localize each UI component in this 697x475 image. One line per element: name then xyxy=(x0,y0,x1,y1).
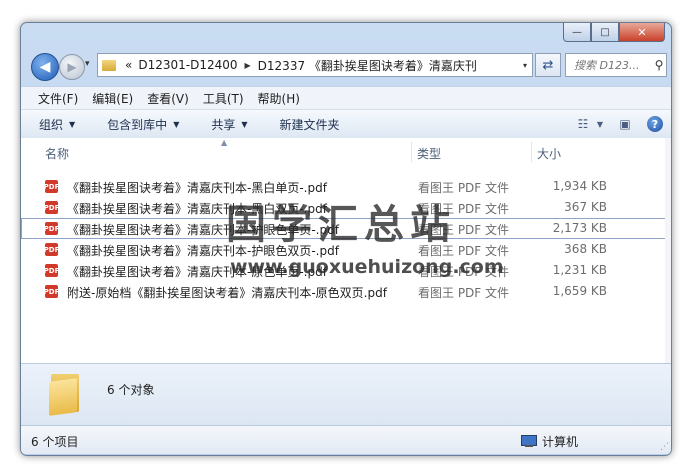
menu-edit[interactable]: 编辑(E) xyxy=(85,90,140,107)
status-location: 计算机 xyxy=(521,433,578,450)
column-divider[interactable] xyxy=(411,142,412,162)
share-label: 共享 xyxy=(211,117,236,132)
recent-pages-button[interactable]: ▾ xyxy=(85,59,90,69)
chevron-down-icon: ▼ xyxy=(173,119,180,129)
file-name: 附送-原始档《翻卦挨星图诀考着》清嘉庆刊本-原色双页.pdf xyxy=(67,286,387,300)
menu-file[interactable]: 文件(F) xyxy=(31,90,85,107)
include-in-library-label: 包含到库中 xyxy=(107,117,168,132)
file-row[interactable]: PDF 《翻卦挨星图诀考着》清嘉庆刊本-原色单页-.pdf 看图王 PDF 文件… xyxy=(21,260,671,281)
back-arrow-icon: ◀ xyxy=(39,59,51,75)
column-header-type[interactable]: 类型 xyxy=(417,145,441,162)
maximize-icon: □ xyxy=(600,26,610,38)
computer-icon xyxy=(521,435,537,448)
search-icon[interactable]: ⚲ xyxy=(652,58,666,72)
organize-label: 组织 xyxy=(39,117,64,132)
file-type: 看图王 PDF 文件 xyxy=(418,202,510,216)
search-box: ⚲ xyxy=(565,53,667,77)
caption-buttons: — □ ✕ xyxy=(563,23,665,42)
file-row[interactable]: PDF 附送-原始档《翻卦挨星图诀考着》清嘉庆刊本-原色双页.pdf 看图王 P… xyxy=(21,281,671,302)
close-icon: ✕ xyxy=(637,25,647,39)
file-row[interactable]: PDF 《翻卦挨星图诀考着》清嘉庆刊本-黑白单页-.pdf 看图王 PDF 文件… xyxy=(21,176,671,197)
file-name: 《翻卦挨星图诀考着》清嘉庆刊本-黑白双页-.pdf xyxy=(67,202,327,216)
vertical-scrollbar[interactable] xyxy=(665,138,671,363)
include-in-library-button[interactable]: 包含到库中 ▼ xyxy=(99,116,187,133)
pdf-file-icon: PDF xyxy=(44,285,59,298)
preview-pane-icon[interactable]: ▣ xyxy=(615,115,635,133)
file-name: 《翻卦挨星图诀考着》清嘉庆刊本-护眼色单页-.pdf xyxy=(67,223,339,237)
item-count: 6 个项目 xyxy=(31,435,79,449)
breadcrumb-separator-icon[interactable]: ▶ xyxy=(241,61,255,70)
location-label: 计算机 xyxy=(542,435,579,449)
breadcrumb-overflow[interactable]: « xyxy=(122,58,135,72)
menu-tools[interactable]: 工具(T) xyxy=(196,90,251,107)
file-type: 看图王 PDF 文件 xyxy=(418,244,510,258)
file-size: 1,934 KB xyxy=(552,179,607,193)
pdf-file-icon: PDF xyxy=(44,180,59,193)
file-name: 《翻卦挨星图诀考着》清嘉庆刊本-黑白单页-.pdf xyxy=(67,181,327,195)
file-list-pane: ▲ 名称 类型 大小 PDF 《翻卦挨星图诀考着》清嘉庆刊本-黑白单页-.pdf… xyxy=(21,138,671,363)
file-rows: PDF 《翻卦挨星图诀考着》清嘉庆刊本-黑白单页-.pdf 看图王 PDF 文件… xyxy=(21,176,671,302)
chevron-down-icon: ▾ xyxy=(85,59,90,69)
address-bar[interactable]: « D12301-D12400 ▶ D12337 《翻卦挨星图诀考着》清嘉庆刊 … xyxy=(97,53,533,77)
navigation-bar: ◀ ▶ ▾ « D12301-D12400 ▶ D12337 《翻卦挨星图诀考着… xyxy=(27,51,667,81)
file-size: 368 KB xyxy=(564,242,607,256)
file-type: 看图王 PDF 文件 xyxy=(418,265,510,279)
forward-arrow-icon: ▶ xyxy=(67,60,77,74)
folder-icon xyxy=(102,59,116,71)
back-button[interactable]: ◀ xyxy=(31,53,59,81)
file-name: 《翻卦挨星图诀考着》清嘉庆刊本-护眼色双页-.pdf xyxy=(67,244,339,258)
menu-bar: 文件(F) 编辑(E) 查看(V) 工具(T) 帮助(H) xyxy=(21,86,671,109)
view-dropdown-icon[interactable]: ▼ xyxy=(595,115,605,133)
sort-indicator-icon: ▲ xyxy=(221,138,228,147)
column-header-size[interactable]: 大小 xyxy=(537,145,561,162)
file-row[interactable]: PDF 《翻卦挨星图诀考着》清嘉庆刊本-护眼色双页-.pdf 看图王 PDF 文… xyxy=(21,239,671,260)
file-size: 1,231 KB xyxy=(552,263,607,277)
pdf-file-icon: PDF xyxy=(44,201,59,214)
file-type: 看图王 PDF 文件 xyxy=(418,223,510,237)
breadcrumb-item[interactable]: D12301-D12400 xyxy=(135,58,240,72)
address-dropdown-icon[interactable]: ▾ xyxy=(518,61,532,70)
file-name: 《翻卦挨星图诀考着》清嘉庆刊本-原色单页-.pdf xyxy=(67,265,327,279)
pdf-file-icon: PDF xyxy=(44,264,59,277)
file-size: 1,659 KB xyxy=(552,284,607,298)
column-headers: ▲ 名称 类型 大小 xyxy=(21,138,671,164)
command-bar: 组织 ▼ 包含到库中 ▼ 共享 ▼ 新建文件夹 ☷ ▼ ▣ ? xyxy=(21,109,671,139)
refresh-button[interactable]: ⇄ xyxy=(535,53,561,77)
new-folder-label: 新建文件夹 xyxy=(279,117,340,132)
maximize-button[interactable]: □ xyxy=(591,23,619,42)
object-count: 6 个对象 xyxy=(107,383,155,397)
new-folder-button[interactable]: 新建文件夹 xyxy=(272,116,348,133)
chevron-down-icon: ▼ xyxy=(241,119,248,129)
menu-help[interactable]: 帮助(H) xyxy=(251,90,307,107)
help-icon[interactable]: ? xyxy=(647,116,663,132)
menu-view[interactable]: 查看(V) xyxy=(140,90,196,107)
resize-grip-icon[interactable]: ⋰ xyxy=(660,442,669,452)
file-size: 367 KB xyxy=(564,200,607,214)
minimize-icon: — xyxy=(572,26,582,38)
pdf-file-icon: PDF xyxy=(44,243,59,256)
close-button[interactable]: ✕ xyxy=(619,23,665,42)
column-header-name[interactable]: 名称 xyxy=(45,145,69,162)
explorer-window: — □ ✕ ◀ ▶ ▾ « D12301-D12400 ▶ D12337 《翻卦… xyxy=(20,22,672,456)
minimize-button[interactable]: — xyxy=(563,23,591,42)
breadcrumb-item[interactable]: D12337 《翻卦挨星图诀考着》清嘉庆刊 xyxy=(255,57,480,74)
details-pane: 6 个对象 xyxy=(21,363,671,426)
status-bar: 6 个项目 计算机 ⋰ xyxy=(21,425,671,454)
search-input[interactable] xyxy=(572,57,652,73)
refresh-icon: ⇄ xyxy=(542,57,554,73)
column-divider[interactable] xyxy=(531,142,532,162)
file-size: 2,173 KB xyxy=(552,221,607,235)
view-options-icon[interactable]: ☷ xyxy=(573,115,593,133)
chevron-down-icon: ▼ xyxy=(69,119,76,129)
file-row[interactable]: PDF 《翻卦挨星图诀考着》清嘉庆刊本-黑白双页-.pdf 看图王 PDF 文件… xyxy=(21,197,671,218)
folder-icon xyxy=(49,374,81,416)
organize-button[interactable]: 组织 ▼ xyxy=(31,116,83,133)
file-type: 看图王 PDF 文件 xyxy=(418,286,510,300)
toolbar-right: ☷ ▼ ▣ ? xyxy=(563,115,671,133)
file-type: 看图王 PDF 文件 xyxy=(418,181,510,195)
pdf-file-icon: PDF xyxy=(44,222,59,235)
forward-button[interactable]: ▶ xyxy=(59,54,85,80)
file-row[interactable]: PDF 《翻卦挨星图诀考着》清嘉庆刊本-护眼色单页-.pdf 看图王 PDF 文… xyxy=(21,218,671,239)
share-button[interactable]: 共享 ▼ xyxy=(203,116,255,133)
